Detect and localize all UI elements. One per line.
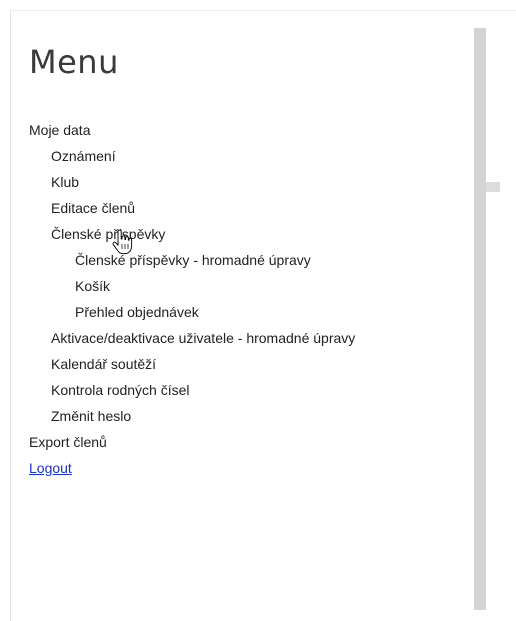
- menu-item-label[interactable]: Moje data: [29, 122, 90, 138]
- menu-item-kontrola-rodnych-cisel[interactable]: Kontrola rodných čísel: [29, 380, 459, 400]
- scrollbar-notch: [486, 182, 500, 192]
- menu-item-label[interactable]: Změnit heslo: [51, 408, 131, 424]
- menu-item-kosik[interactable]: Košík: [29, 276, 459, 296]
- menu-item-moje-data[interactable]: Moje data: [29, 120, 459, 140]
- menu-item-label[interactable]: Klub: [51, 174, 79, 190]
- menu-item-klub[interactable]: Klub: [29, 172, 459, 192]
- menu-item-label[interactable]: Členské příspěvky - hromadné úpravy: [75, 252, 311, 268]
- menu-item-label[interactable]: Oznámení: [51, 148, 116, 164]
- menu-item-kalendar-soutezi[interactable]: Kalendář soutěží: [29, 354, 459, 374]
- menu-item-oznameni[interactable]: Oznámení: [29, 146, 459, 166]
- menu-item-zmenit-heslo[interactable]: Změnit heslo: [29, 406, 459, 426]
- menu-item-label[interactable]: Košík: [75, 278, 110, 294]
- menu-item-label[interactable]: Aktivace/deaktivace uživatele - hromadné…: [51, 330, 355, 346]
- menu-item-editace-clenu[interactable]: Editace členů: [29, 198, 459, 218]
- menu-item-clenske-prispevky-hromadne-upravy[interactable]: Členské příspěvky - hromadné úpravy: [29, 250, 459, 270]
- menu-item-label[interactable]: Kalendář soutěží: [51, 356, 156, 372]
- menu-item-label[interactable]: Přehled objednávek: [75, 304, 199, 320]
- menu-item-clenske-prispevky[interactable]: Členské příspěvky: [29, 224, 459, 244]
- menu-title: Menu: [29, 43, 119, 81]
- logout-link[interactable]: Logout: [29, 460, 72, 476]
- menu-item-logout[interactable]: Logout: [29, 458, 459, 478]
- menu-item-label[interactable]: Členské příspěvky: [51, 226, 165, 242]
- menu-item-label[interactable]: Editace členů: [51, 200, 135, 216]
- menu-item-export-clenu[interactable]: Export členů: [29, 432, 459, 452]
- menu-item-prehled-objednavek[interactable]: Přehled objednávek: [29, 302, 459, 322]
- menu-item-label[interactable]: Export členů: [29, 434, 107, 450]
- menu-list: Moje data Oznámení Klub Editace členů Čl…: [29, 120, 459, 484]
- menu-item-aktivace-deaktivace[interactable]: Aktivace/deaktivace uživatele - hromadné…: [29, 328, 459, 348]
- menu-item-label[interactable]: Kontrola rodných čísel: [51, 382, 190, 398]
- scrollbar-track[interactable]: [474, 28, 486, 610]
